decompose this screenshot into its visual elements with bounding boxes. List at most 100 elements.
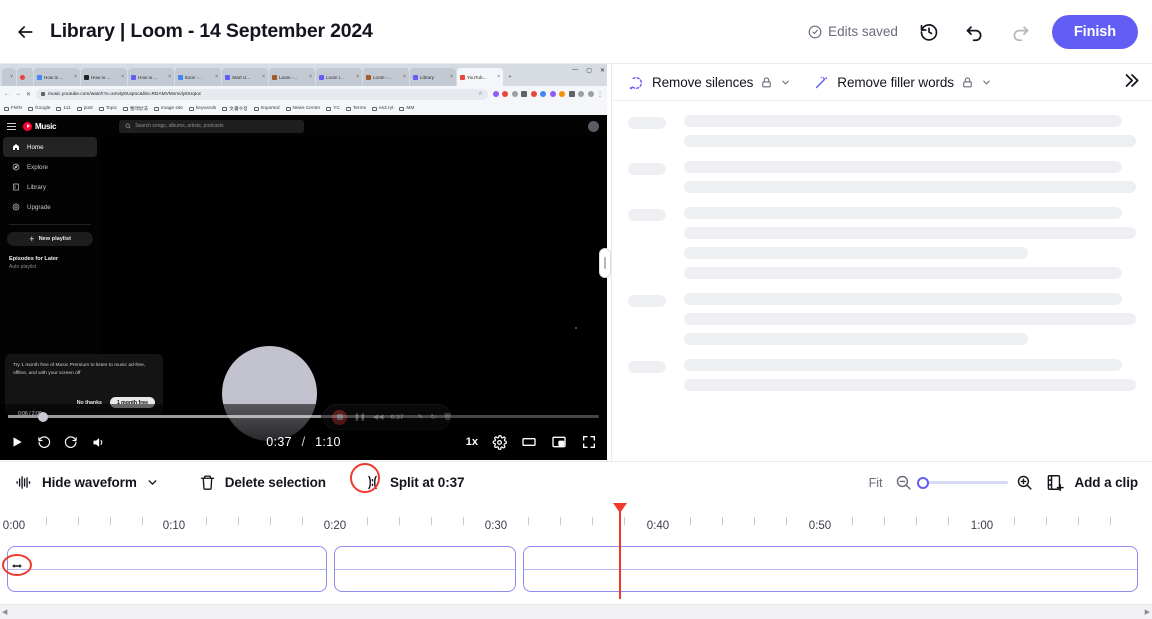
zoom-slider-thumb[interactable] [917,476,930,489]
rewind-5-button[interactable] [37,435,51,449]
browser-tab[interactable]: How to ... × [128,68,174,86]
profile-avatar-icon[interactable] [587,91,594,97]
zoom-in-icon[interactable] [1016,474,1033,491]
extension-icon[interactable] [521,91,527,97]
bookmark-item[interactable]: Topic [98,106,117,111]
browser-tab[interactable]: Itoon -... × [175,68,221,86]
video-preview-pane[interactable]: ˅ How to ... × How to ... × How to ... × It… [0,64,607,460]
pip-button[interactable] [551,434,567,450]
bookmark-item[interactable]: Google [27,106,50,111]
browser-tab[interactable]: Loom -... × [269,68,315,86]
extension-icon[interactable] [511,91,518,97]
timeline-ruler[interactable]: 0:00 0:10 0:20 0:30 0:40 0:50 1:00 [0,503,1152,537]
timeline-horizontal-scrollbar[interactable]: ◀ ▶ [0,604,1152,619]
timeline-clip[interactable] [7,546,327,592]
extension-icon[interactable] [502,91,508,97]
bookmark-item[interactable]: MM [399,106,414,111]
browser-tab[interactable]: Start U... × [222,68,268,86]
browser-tab[interactable]: ˅ [2,68,16,86]
downloads-icon[interactable] [578,91,584,97]
minimize-icon[interactable]: — [572,67,578,74]
browser-forward-icon[interactable]: → [15,91,21,97]
bookmark-item[interactable]: image site [154,106,183,111]
remove-filler-words-button[interactable]: Remove filler words [813,74,992,91]
browser-tab[interactable]: Library × [410,68,456,86]
fullscreen-button[interactable] [581,434,597,450]
bookmark-item[interactable]: 111 [56,106,71,111]
bookmark-star-icon[interactable]: ☆ [478,92,482,97]
chevron-down-icon[interactable] [780,77,791,88]
play-button[interactable] [10,435,24,449]
pane-resize-handle[interactable] [599,248,611,278]
finish-button[interactable]: Finish [1051,14,1138,49]
browser-back-icon[interactable]: ← [4,91,10,97]
fit-button[interactable]: Fit [869,476,883,490]
back-button[interactable] [8,15,42,49]
remove-silences-button[interactable]: Remove silences [628,74,791,91]
redo-button[interactable] [1006,17,1036,47]
extension-icon[interactable] [540,91,546,97]
extension-icon[interactable] [559,91,565,97]
timeline-track[interactable] [7,546,1138,592]
hamburger-menu-icon[interactable] [7,122,16,130]
browser-tab[interactable]: How to ... × [34,68,80,86]
browser-url-bar[interactable]: music.youtube.com/watch?v=xmvlyi0UqIoc&l… [36,88,488,100]
close-icon[interactable]: ✕ [600,67,605,74]
settings-button[interactable] [492,434,507,450]
browser-stop-icon[interactable]: ✕ [26,91,31,98]
theater-mode-button[interactable] [521,434,537,450]
chevron-down-icon[interactable] [981,77,992,88]
playhead[interactable] [613,503,627,599]
browser-tab[interactable]: Loom -... × [363,68,409,86]
sidebar-item-upgrade[interactable]: Upgrade [3,197,97,217]
delete-selection-button[interactable]: Delete selection [199,474,326,491]
bookmark-item[interactable]: es3.ryt [371,106,393,111]
browser-tab[interactable]: Loom i... × [316,68,362,86]
loom-extension-icon[interactable] [530,91,537,97]
add-a-clip-button[interactable]: Add a clip [1046,473,1138,492]
new-playlist-button[interactable]: ＋ New playlist [7,232,93,246]
zoom-out-icon[interactable] [895,474,912,491]
new-tab-button[interactable]: + [504,68,516,86]
bookmark-item[interactable]: YC [326,106,340,111]
timeline-zoom-slider[interactable] [895,474,1033,491]
extension-icon[interactable] [549,91,556,97]
bookmark-item[interactable]: Terms [345,106,366,111]
undo-button[interactable] [960,17,990,47]
ytmusic-logo[interactable]: Music [23,121,56,131]
split-at-playhead-button[interactable]: Split at 0:37 [349,463,465,493]
browser-tab[interactable]: How to ... × [81,68,127,86]
playlist-entry[interactable]: Episodes for Later Auto playlist [0,246,100,270]
volume-button[interactable] [91,435,106,450]
forward-5-button[interactable] [64,435,78,449]
version-history-button[interactable] [914,17,944,47]
browser-tab[interactable] [17,68,33,86]
hide-waveform-button[interactable]: Hide waveform [14,474,159,491]
bookmark-item[interactable]: post [76,106,93,111]
browser-tab-active[interactable]: YouTub... × [457,68,503,86]
bookmark-item[interactable]: News Center [285,106,320,111]
sidebar-item-home[interactable]: Home [3,137,97,157]
scroll-right-arrow[interactable]: ▶ [1145,608,1150,616]
bookmark-item[interactable]: 文書수정 [222,105,248,112]
bookmark-item[interactable]: 빨래방法 [122,105,148,112]
seek-bar[interactable]: 0:06 / 2:00 [8,411,599,422]
sidebar-item-library[interactable]: Library [3,177,97,197]
bookmark-item[interactable]: FWN [4,106,22,111]
avatar[interactable] [588,120,599,132]
bookmark-item[interactable]: keywords [188,106,216,111]
extension-icon[interactable] [492,91,499,97]
sidebar-item-explore[interactable]: Explore [3,157,97,177]
maximize-icon[interactable]: ▢ [586,67,592,74]
browser-menu-icon[interactable]: ⋮ [597,91,603,98]
zoom-slider-track[interactable] [917,476,1009,489]
timeline-clip[interactable] [523,546,1138,592]
playback-speed-button[interactable]: 1x [466,436,478,448]
expand-panel-button[interactable] [1121,71,1140,94]
bookmark-item[interactable]: Imported [253,106,280,111]
extension-icon[interactable] [568,91,575,97]
ytmusic-search-input[interactable]: Search songs, albums, artists, podcasts [119,119,305,133]
scroll-left-arrow[interactable]: ◀ [2,608,7,616]
timeline-clip[interactable] [334,546,516,592]
timeline-area[interactable]: 0:00 0:10 0:20 0:30 0:40 0:50 1:00 ◀ ▶ [0,503,1152,619]
